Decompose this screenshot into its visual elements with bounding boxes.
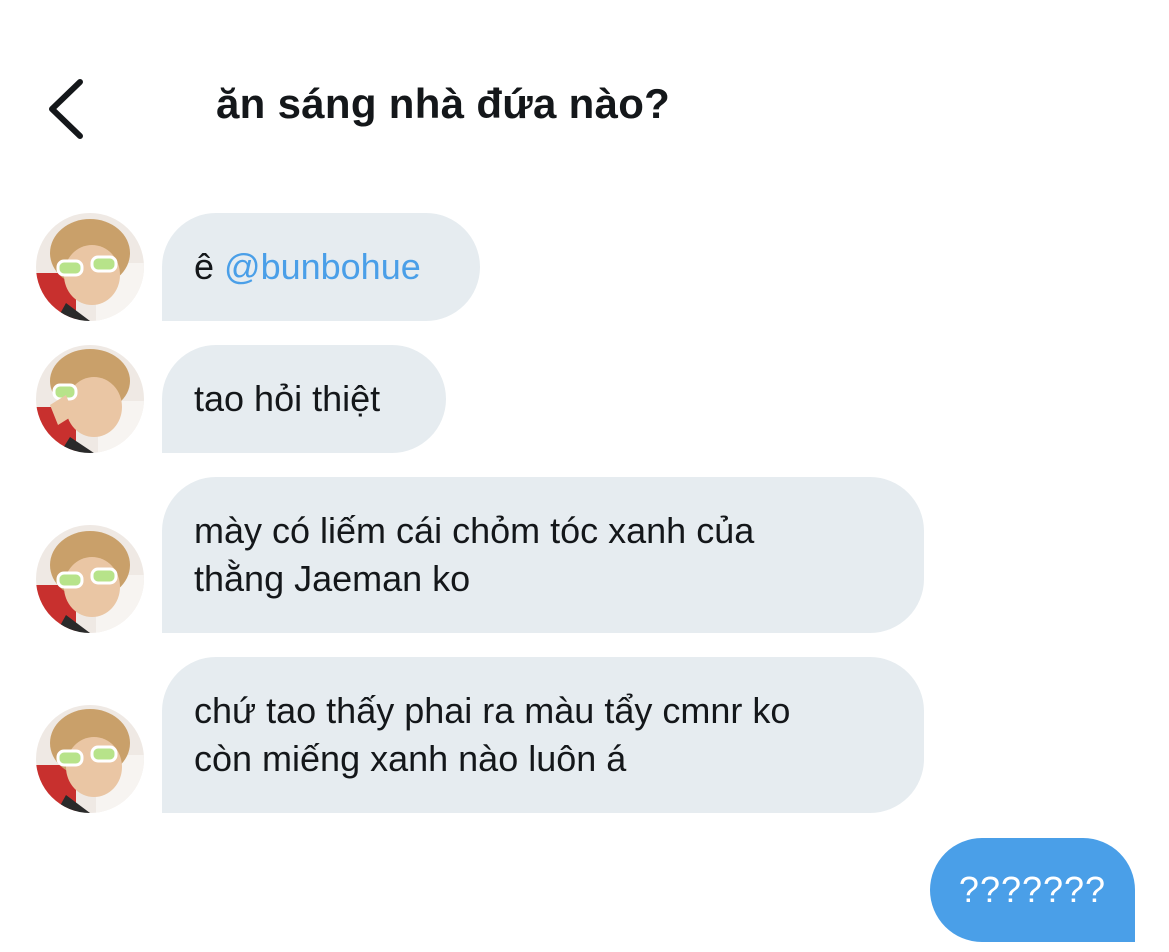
mention-link[interactable]: @bunbohue — [224, 246, 421, 287]
chevron-left-icon — [49, 79, 83, 139]
avatar[interactable] — [36, 213, 144, 321]
sent-message-text: ??????? — [958, 869, 1107, 910]
conversation-title: ăn sáng nhà đứa nào? — [216, 80, 671, 127]
avatar[interactable] — [36, 705, 144, 813]
avatar[interactable] — [36, 345, 144, 453]
back-button[interactable] — [40, 76, 96, 142]
dm-conversation-screen: ăn sáng nhà đứa nào? ê @bunbohue tao hỏi… — [0, 0, 1169, 952]
message-text-line: còn miếng xanh nào luôn á — [194, 738, 627, 779]
sent-message-bubble[interactable]: ??????? — [930, 838, 1135, 942]
message-bubble[interactable]: chứ tao thấy phai ra màu tẩy cmnr ko còn… — [162, 657, 924, 813]
conversation-header: ăn sáng nhà đứa nào? — [0, 0, 1169, 190]
message-bubble[interactable]: tao hỏi thiệt — [162, 345, 446, 453]
message-bubble[interactable]: mày có liếm cái chỏm tóc xanh của thằng … — [162, 477, 924, 633]
message-text-line: chứ tao thấy phai ra màu tẩy cmnr ko — [194, 690, 791, 731]
avatar[interactable] — [36, 525, 144, 633]
message-text-line: thằng Jaeman ko — [194, 558, 471, 599]
message-bubble[interactable]: ê @bunbohue — [162, 213, 480, 321]
message-text: ê — [194, 246, 225, 287]
message-text: tao hỏi thiệt — [194, 378, 381, 419]
message-text-line: mày có liếm cái chỏm tóc xanh của — [194, 510, 755, 551]
